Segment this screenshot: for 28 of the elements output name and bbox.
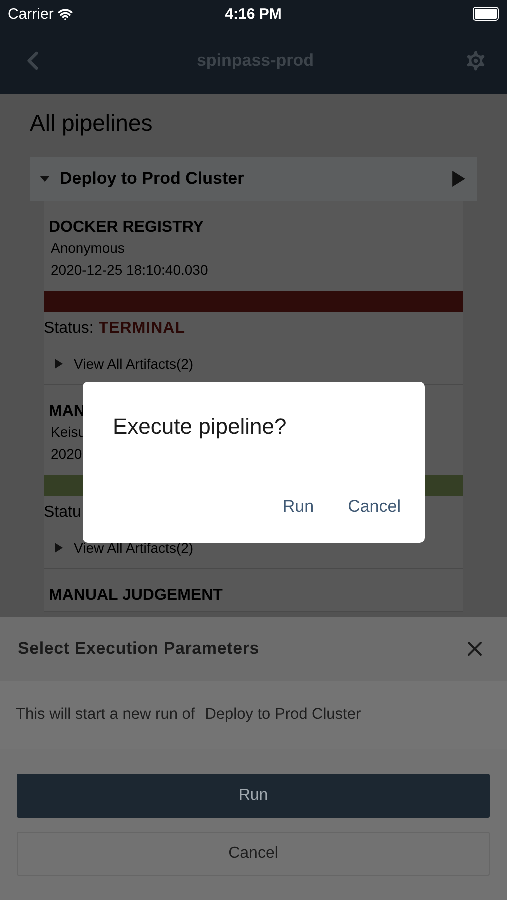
run-button[interactable]: Run — [17, 774, 490, 818]
pipeline-header[interactable]: Deploy to Prod Cluster — [30, 157, 477, 201]
page-heading: All pipelines — [30, 110, 153, 137]
status-label: Statu — [44, 504, 82, 522]
wifi-icon — [58, 6, 73, 22]
artifacts-link[interactable]: View All Artifacts(2) — [74, 540, 194, 556]
status-label: Status: — [44, 320, 94, 338]
artifacts-link[interactable]: View All Artifacts(2) — [74, 356, 194, 372]
stage-user: Anonymous — [50, 239, 126, 258]
caret-icon — [54, 359, 64, 369]
sheet-title: Select Execution Parameters — [18, 639, 260, 659]
pipeline-name: Deploy to Prod Cluster — [205, 706, 362, 724]
caret-icon — [54, 543, 64, 553]
clock: 4:16 PM — [225, 6, 282, 22]
stage-time: 2020-12-25 18:10:40.030 — [50, 261, 210, 280]
sheet-message: This will start a new run of — [16, 706, 196, 724]
stage-title: MANUAL JUDGEMENT — [48, 587, 224, 605]
carrier-label: Carrier — [8, 6, 73, 22]
dialog-title: Execute pipeline? — [113, 414, 288, 440]
stage-title: DOCKER REGISTRY — [48, 219, 205, 237]
battery-icon — [473, 7, 499, 21]
status-value: TERMINAL — [98, 320, 186, 338]
dialog-button[interactable]: Cancel — [348, 497, 401, 517]
stage-time: 2020 — [50, 445, 84, 464]
play-icon — [451, 171, 467, 187]
dialog-button[interactable]: Run — [282, 497, 314, 517]
pipeline-name: Deploy to Prod Cluster — [60, 169, 246, 189]
cancel-button[interactable]: Cancel — [17, 832, 490, 876]
